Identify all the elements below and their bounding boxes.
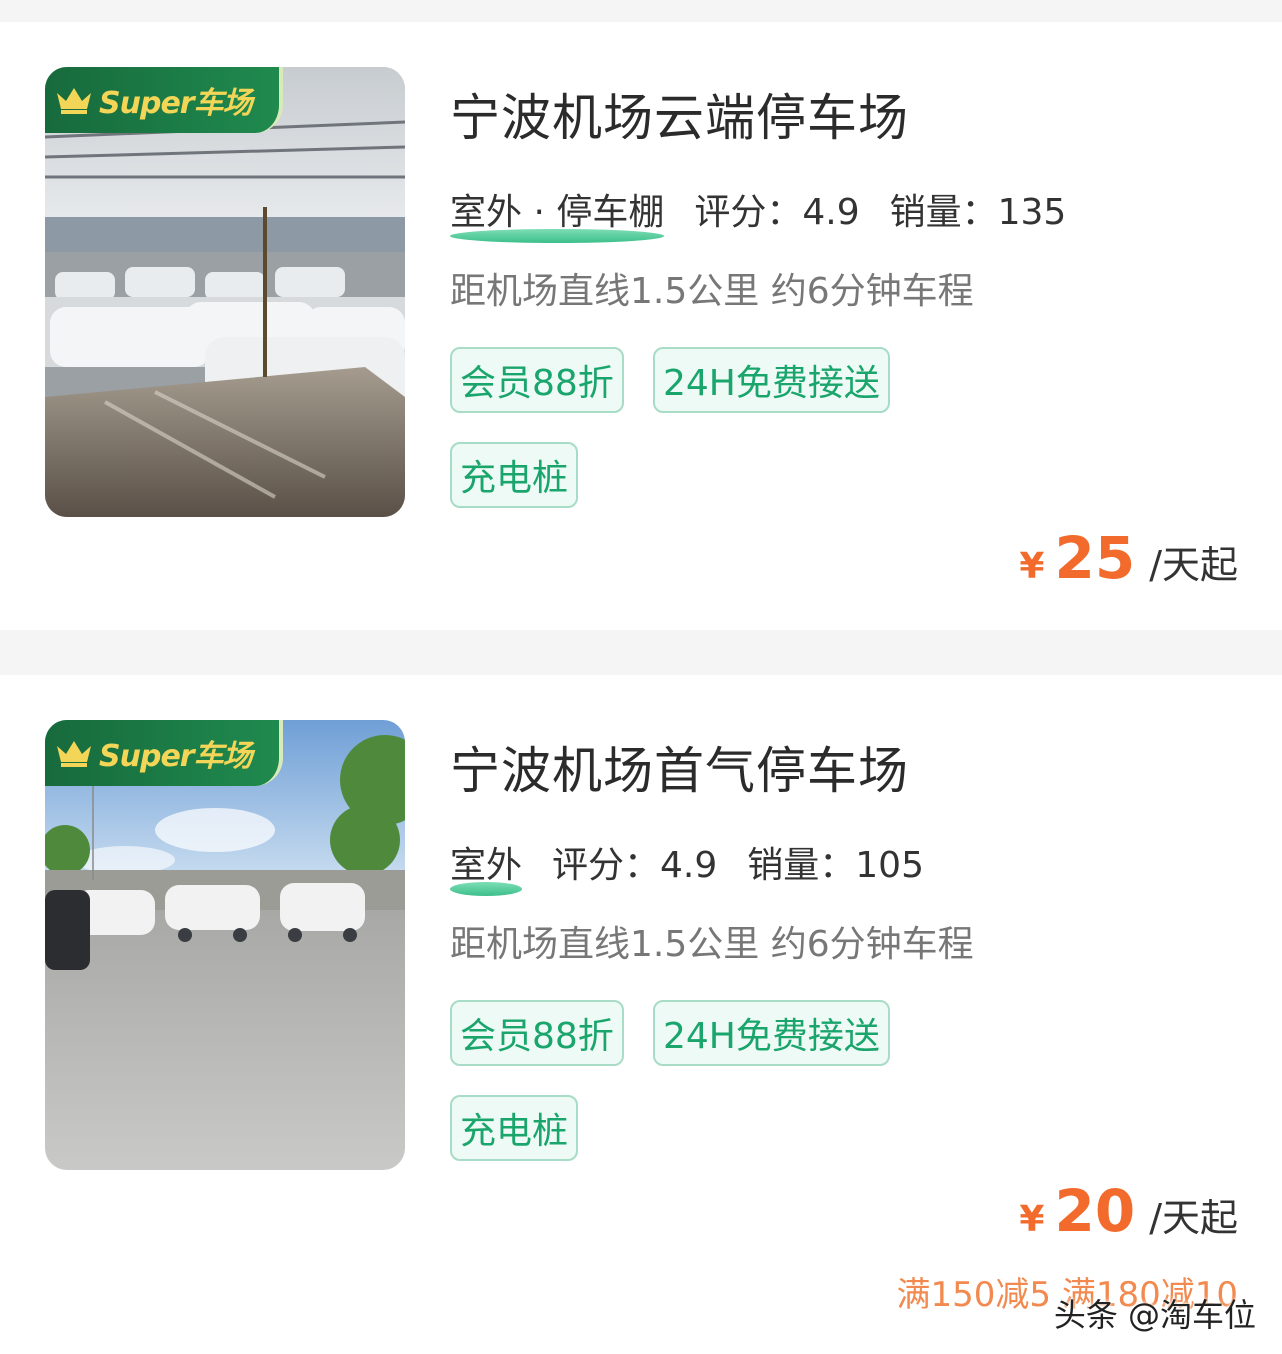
price-unit: /天起 xyxy=(1149,543,1238,587)
super-parking-badge: Super车场 xyxy=(45,67,283,133)
super-parking-badge-label: Super车场 xyxy=(99,86,253,121)
price: ¥ 25 /天起 xyxy=(1019,524,1238,592)
currency-symbol: ¥ xyxy=(1019,1199,1045,1240)
rating: 评分：4.9 xyxy=(552,845,718,886)
tag-member-discount: 会员88折 xyxy=(450,1000,624,1066)
price-unit: /天起 xyxy=(1149,1196,1238,1240)
crown-icon xyxy=(57,741,91,767)
price-value: 25 xyxy=(1054,524,1136,592)
price-value: 20 xyxy=(1054,1177,1136,1245)
tag-free-shuttle: 24H免费接送 xyxy=(653,347,890,413)
currency-symbol: ¥ xyxy=(1019,546,1045,587)
super-parking-badge: Super车场 xyxy=(45,720,283,786)
parking-listing-card[interactable]: Super车场 宁波机场云端停车场 室外 · 停车棚 评分：4.9 销量：135… xyxy=(0,22,1282,630)
environment-label: 室外 xyxy=(450,836,523,896)
tag-charging-pile: 充电桩 xyxy=(450,1095,579,1161)
tag-free-shuttle: 24H免费接送 xyxy=(653,1000,890,1066)
parking-photo[interactable]: Super车场 xyxy=(45,67,405,517)
parking-photo[interactable]: Super车场 xyxy=(45,720,405,1170)
parking-photo-image xyxy=(45,720,405,1170)
super-parking-badge-label: Super车场 xyxy=(99,739,253,774)
distance-info: 距机场直线1.5公里 约6分钟车程 xyxy=(450,924,974,965)
tag-charging-pile: 充电桩 xyxy=(450,442,579,508)
parking-meta: 室外 评分：4.9 销量：105 xyxy=(450,836,954,896)
environment-label: 室外 · 停车棚 xyxy=(450,183,665,243)
crown-icon xyxy=(57,88,91,114)
parking-name[interactable]: 宁波机场首气停车场 xyxy=(450,731,909,803)
watermark: 头条 @淘车位 xyxy=(1053,1296,1256,1334)
parking-photo-image xyxy=(45,67,405,517)
parking-meta: 室外 · 停车棚 评分：4.9 销量：135 xyxy=(450,183,1096,243)
parking-name[interactable]: 宁波机场云端停车场 xyxy=(450,78,909,150)
price: ¥ 20 /天起 xyxy=(1019,1177,1238,1245)
distance-info: 距机场直线1.5公里 约6分钟车程 xyxy=(450,271,974,312)
sales-count: 销量：135 xyxy=(889,192,1067,233)
sales-count: 销量：105 xyxy=(747,845,924,886)
tag-member-discount: 会员88折 xyxy=(450,347,624,413)
parking-listing-card[interactable]: Super车场 宁波机场首气停车场 室外 评分：4.9 销量：105 距机场直线… xyxy=(0,675,1282,1354)
rating: 评分：4.9 xyxy=(694,192,860,233)
